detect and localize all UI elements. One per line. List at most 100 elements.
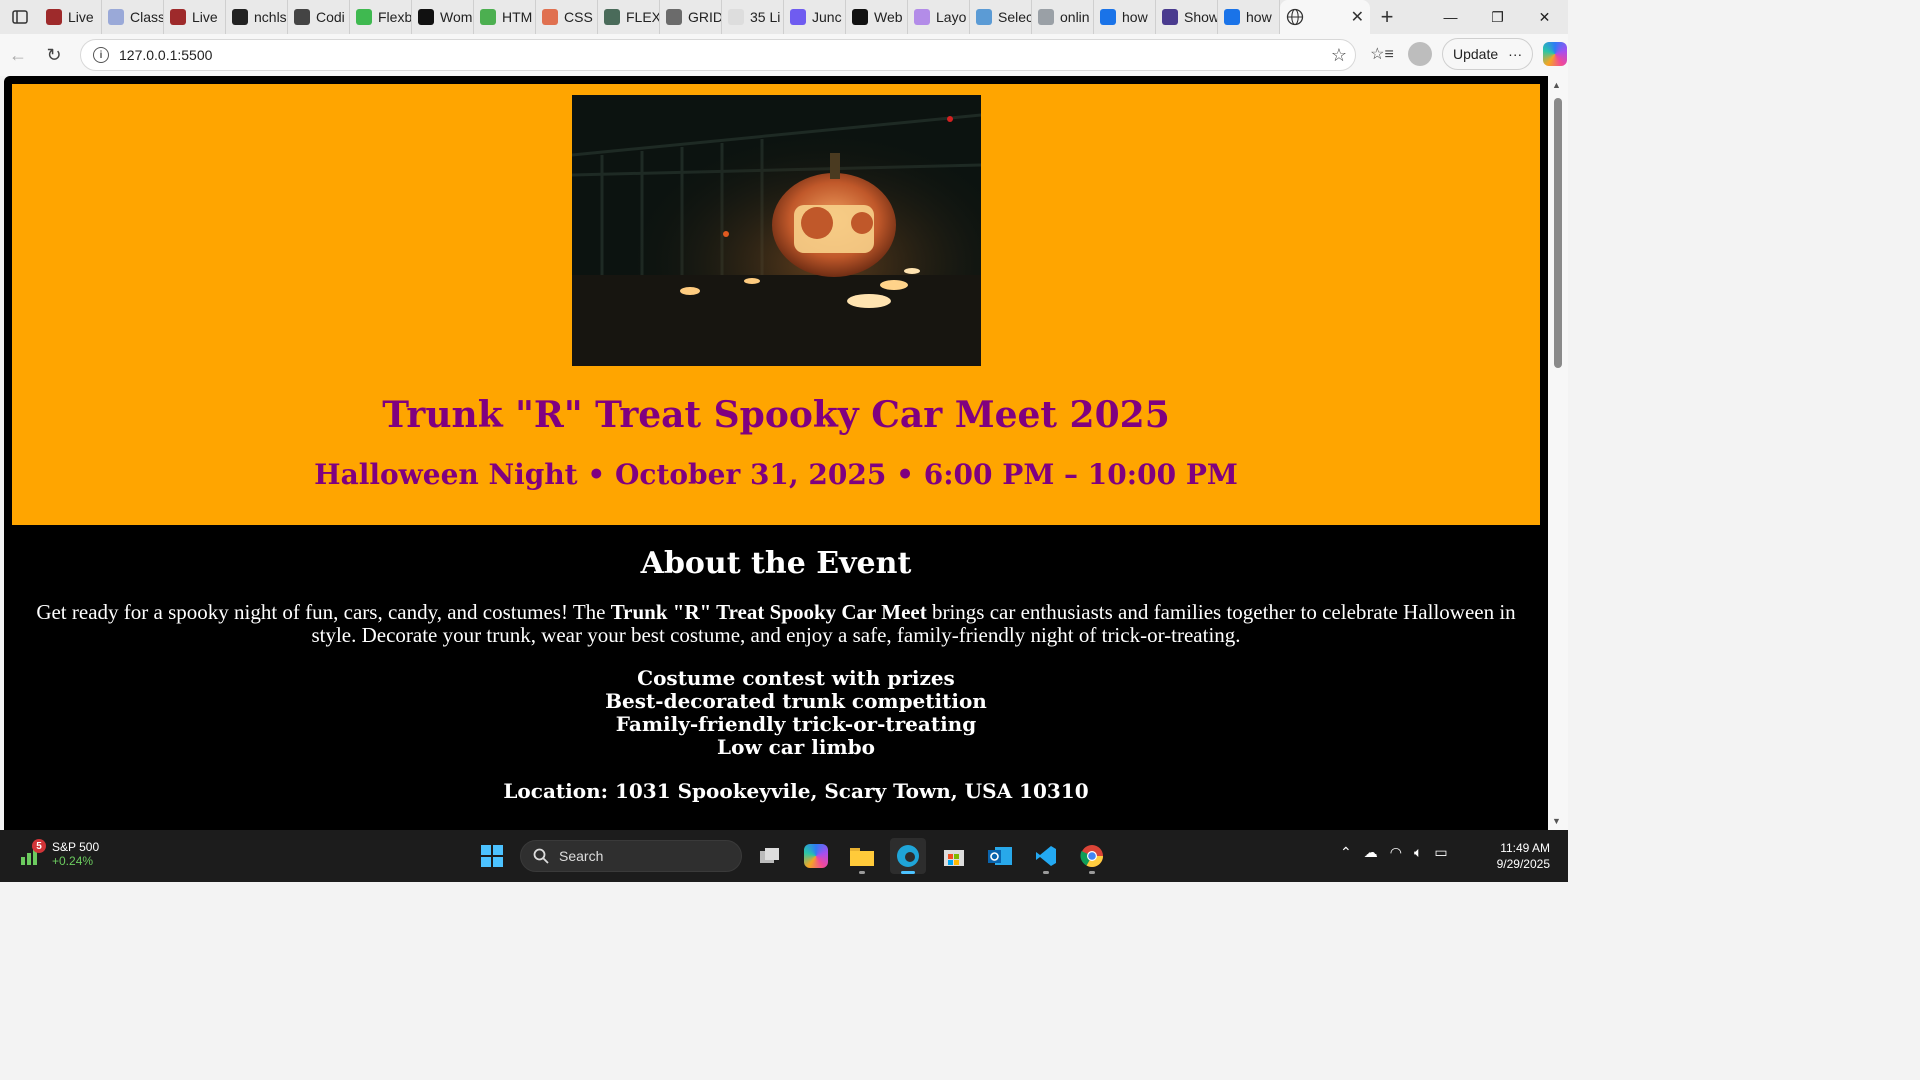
- close-window-button[interactable]: ✕: [1521, 0, 1568, 34]
- copilot-icon: [1543, 42, 1568, 66]
- window-controls: — ❐ ✕: [1427, 0, 1568, 34]
- favorite-star-icon[interactable]: ☆: [1331, 45, 1347, 66]
- scroll-down-icon[interactable]: ▼: [1552, 816, 1561, 826]
- chrome-button[interactable]: [1074, 838, 1110, 874]
- tab-favicon-icon: [542, 9, 558, 25]
- tab-label: Flexb: [378, 9, 412, 25]
- tab-favicon-icon: [666, 9, 682, 25]
- vscode-button[interactable]: [1028, 838, 1064, 874]
- tab-label: Junc: [812, 9, 842, 25]
- clock-time: 11:49 AM: [1500, 841, 1550, 855]
- browser-tab[interactable]: Junc: [784, 0, 846, 34]
- browser-tab[interactable]: how: [1094, 0, 1156, 34]
- copilot-button[interactable]: [1539, 38, 1571, 70]
- scrollbar-thumb[interactable]: [1554, 98, 1562, 368]
- taskbar: 5 S&P 500 +0.24% Search ⌃ ☁ ◠ 🔈︎ ▭ 11:49…: [0, 830, 1568, 882]
- minimize-button[interactable]: —: [1427, 0, 1474, 34]
- taskbar-search[interactable]: Search: [520, 840, 742, 872]
- browser-tab[interactable]: 35 Li: [722, 0, 784, 34]
- notification-badge: 5: [32, 839, 46, 853]
- tab-label: Codi: [316, 9, 345, 25]
- tab-active[interactable]: ✕: [1280, 0, 1370, 34]
- task-view-button[interactable]: [752, 838, 788, 874]
- browser-tab[interactable]: Selec: [970, 0, 1032, 34]
- browser-tab[interactable]: how: [1218, 0, 1280, 34]
- copilot-app-icon: [804, 844, 828, 868]
- avatar: [1408, 42, 1432, 66]
- tab-bar: Live Class Live nchls Codi Flexb Wom HTM CSS FLEX…: [0, 0, 1568, 34]
- scroll-up-icon[interactable]: ▲: [1552, 80, 1561, 90]
- favorites-button[interactable]: ☆≡: [1366, 38, 1398, 70]
- browser-tab[interactable]: Flexb: [350, 0, 412, 34]
- site-info-icon[interactable]: i: [93, 47, 109, 63]
- store-icon: [944, 850, 964, 866]
- browser-tab[interactable]: CSS: [536, 0, 598, 34]
- profile-button[interactable]: [1404, 38, 1436, 70]
- edge-button[interactable]: [890, 838, 926, 874]
- url-text: 127.0.0.1:5500: [119, 47, 213, 63]
- tab-label: Layo: [936, 9, 967, 25]
- system-tray: ⌃ ☁ ◠ 🔈︎ ▭: [1340, 844, 1448, 861]
- tab-label: how: [1122, 9, 1148, 25]
- browser-tab[interactable]: FLEX: [598, 0, 660, 34]
- more-icon[interactable]: ···: [1508, 46, 1522, 62]
- clock[interactable]: 11:49 AM 9/29/2025: [1484, 840, 1550, 872]
- outlook-button[interactable]: [982, 838, 1018, 874]
- back-arrow-icon: ←: [9, 44, 27, 65]
- globe-icon: [1286, 8, 1304, 26]
- restore-button[interactable]: ❐: [1474, 0, 1521, 34]
- tab-favicon-icon: [790, 9, 806, 25]
- browser-tab[interactable]: Live: [40, 0, 102, 34]
- page-title: Trunk "R" Treat Spooky Car Meet 2025: [382, 394, 1170, 436]
- volume-icon[interactable]: 🔈︎: [1414, 844, 1422, 861]
- stock-widget[interactable]: 5 S&P 500 +0.24%: [18, 839, 100, 868]
- tab-favicon-icon: [976, 9, 992, 25]
- browser-tab[interactable]: Wom: [412, 0, 474, 34]
- stock-name: S&P 500: [52, 840, 100, 854]
- tab-label: CSS: [564, 9, 593, 25]
- list-item: Low car limbo: [717, 735, 875, 759]
- file-explorer-button[interactable]: [844, 838, 880, 874]
- onedrive-icon[interactable]: ☁: [1364, 844, 1378, 861]
- running-indicator: [1089, 871, 1095, 874]
- start-button[interactable]: [474, 838, 510, 874]
- browser-tab[interactable]: HTM: [474, 0, 536, 34]
- clock-date: 9/29/2025: [1496, 857, 1550, 871]
- tab-actions-button[interactable]: [0, 0, 40, 34]
- page-scrollbar[interactable]: ▲ ▼: [1548, 76, 1568, 830]
- wifi-icon[interactable]: ◠: [1390, 844, 1402, 861]
- list-item: Best-decorated trunk competition: [605, 689, 987, 713]
- chevron-up-icon[interactable]: ⌃: [1340, 844, 1352, 861]
- new-tab-button[interactable]: +: [1370, 0, 1404, 34]
- browser-tab[interactable]: Live: [164, 0, 226, 34]
- browser-tab[interactable]: Layo: [908, 0, 970, 34]
- event-date-subtitle: Halloween Night • October 31, 2025 • 6:0…: [314, 458, 1238, 491]
- folder-icon: [850, 848, 874, 866]
- tab-favicon-icon: [170, 9, 186, 25]
- battery-icon[interactable]: ▭: [1434, 844, 1447, 861]
- tab-label: Selec: [998, 9, 1032, 25]
- copilot-taskbar-button[interactable]: [798, 838, 834, 874]
- browser-tab[interactable]: Codi: [288, 0, 350, 34]
- browser-tab[interactable]: GRID: [660, 0, 722, 34]
- url-input[interactable]: i 127.0.0.1:5500 ☆: [80, 39, 1356, 71]
- store-button[interactable]: [936, 838, 972, 874]
- browser-tab[interactable]: Web: [846, 0, 908, 34]
- edge-icon: [897, 845, 919, 867]
- tab-favicon-icon: [852, 9, 868, 25]
- browser-tab[interactable]: Class: [102, 0, 164, 34]
- stock-change: +0.24%: [52, 854, 94, 868]
- browser-tab[interactable]: onlin: [1032, 0, 1094, 34]
- browser-tab[interactable]: nchls: [226, 0, 288, 34]
- close-tab-icon[interactable]: ✕: [1351, 7, 1364, 27]
- tab-favicon-icon: [294, 9, 310, 25]
- jack-o-lantern-image: [572, 95, 981, 366]
- browser-tab[interactable]: Show: [1156, 0, 1218, 34]
- update-button[interactable]: Update ···: [1442, 38, 1534, 70]
- tab-label: Live: [192, 9, 218, 25]
- back-button[interactable]: ←: [0, 37, 36, 73]
- feature-list: Costume contest with prizes Best-decorat…: [4, 667, 1548, 759]
- address-bar: ← ↻ i 127.0.0.1:5500 ☆ ☆≡ Update ···: [0, 34, 1568, 76]
- reload-button[interactable]: ↻: [36, 37, 72, 73]
- reload-icon: ↻: [46, 44, 62, 65]
